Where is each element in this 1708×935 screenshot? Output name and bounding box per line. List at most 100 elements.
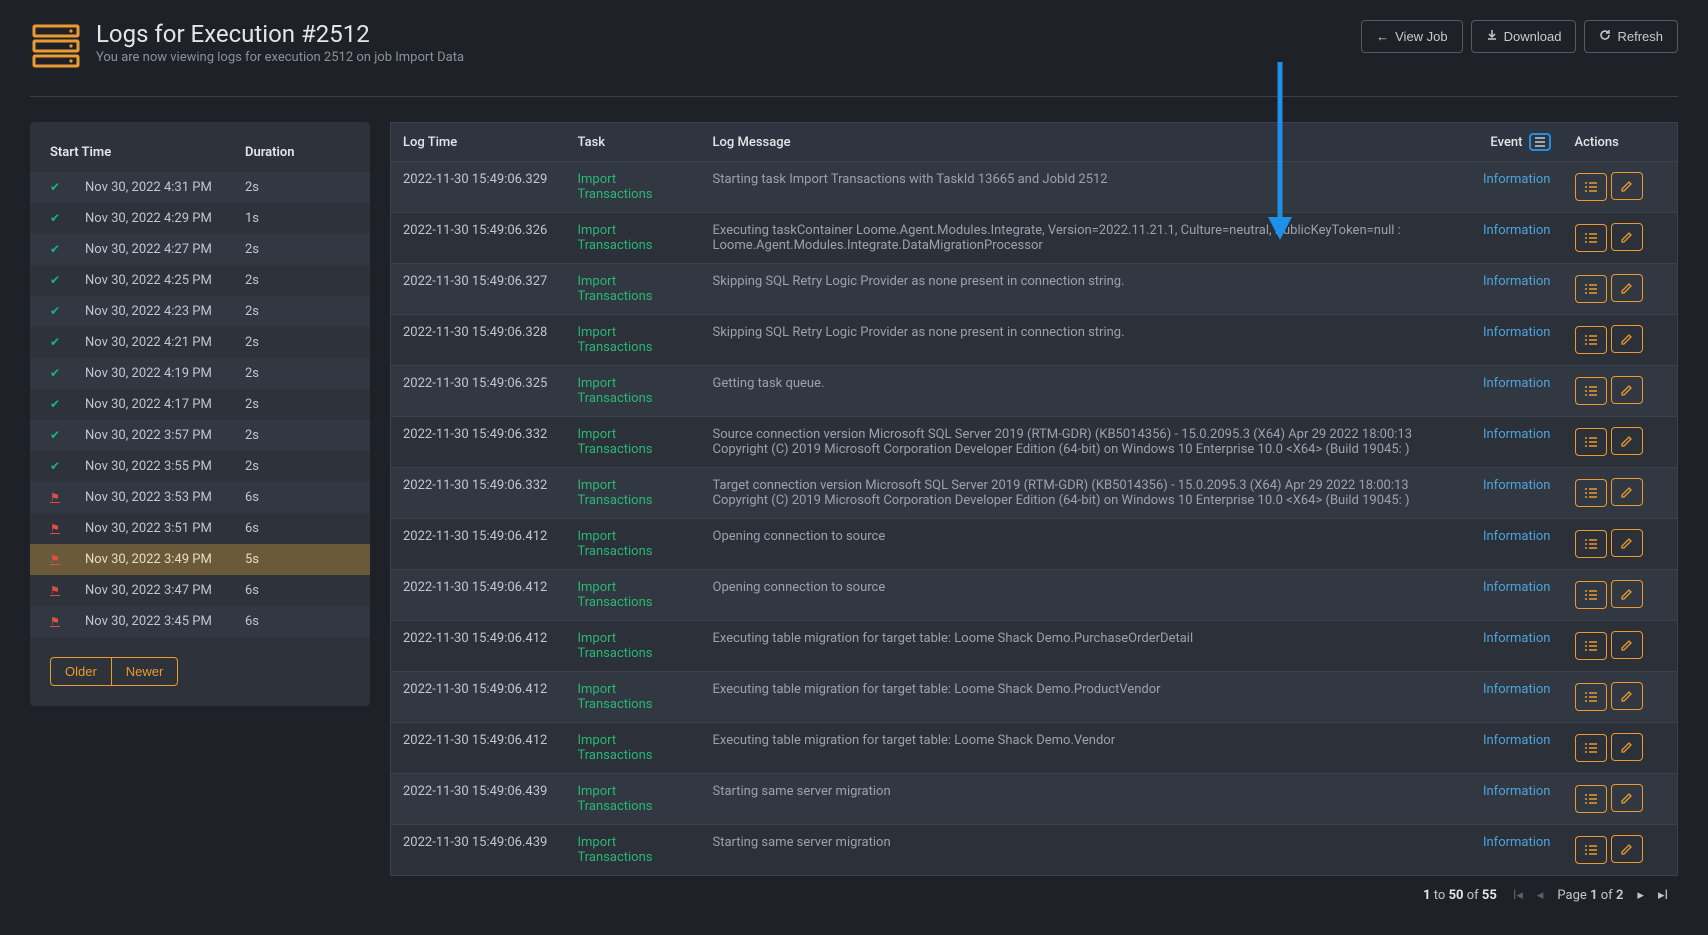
- execution-duration: 6s: [245, 583, 259, 598]
- view-details-button[interactable]: [1575, 275, 1607, 303]
- execution-row[interactable]: ✔Nov 30, 2022 4:19 PM2s: [30, 358, 370, 389]
- task-link[interactable]: Import Transactions: [578, 835, 653, 865]
- execution-duration: 2s: [245, 304, 259, 319]
- task-link[interactable]: Import Transactions: [578, 325, 653, 355]
- view-details-button[interactable]: [1575, 836, 1607, 864]
- event-link[interactable]: Information: [1483, 529, 1551, 544]
- task-link[interactable]: Import Transactions: [578, 478, 653, 508]
- execution-row[interactable]: ✔Nov 30, 2022 3:55 PM2s: [30, 451, 370, 482]
- view-details-button[interactable]: [1575, 326, 1607, 354]
- execution-row[interactable]: ⚑Nov 30, 2022 3:51 PM6s: [30, 513, 370, 544]
- task-link[interactable]: Import Transactions: [578, 784, 653, 814]
- check-icon: ✔: [50, 304, 60, 318]
- event-link[interactable]: Information: [1483, 325, 1551, 340]
- log-row: 2022-11-30 15:49:06.326Import Transactio…: [391, 213, 1678, 264]
- task-link[interactable]: Import Transactions: [578, 733, 653, 763]
- page-last-button[interactable]: ▸I: [1658, 888, 1668, 903]
- task-link[interactable]: Import Transactions: [578, 376, 653, 406]
- edit-button[interactable]: [1611, 478, 1643, 506]
- view-details-button[interactable]: [1575, 530, 1607, 558]
- edit-button[interactable]: [1611, 580, 1643, 608]
- task-link[interactable]: Import Transactions: [578, 682, 653, 712]
- th-message[interactable]: Log Message: [701, 123, 1471, 162]
- event-link[interactable]: Information: [1483, 682, 1551, 697]
- log-message: Opening connection to source: [701, 519, 1471, 570]
- execution-row[interactable]: ⚑Nov 30, 2022 3:45 PM6s: [30, 606, 370, 637]
- task-link[interactable]: Import Transactions: [578, 529, 653, 559]
- view-details-button[interactable]: [1575, 173, 1607, 201]
- execution-row[interactable]: ✔Nov 30, 2022 4:29 PM1s: [30, 203, 370, 234]
- log-time: 2022-11-30 15:49:06.439: [391, 825, 566, 876]
- log-row: 2022-11-30 15:49:06.412Import Transactio…: [391, 621, 1678, 672]
- task-link[interactable]: Import Transactions: [578, 274, 653, 304]
- column-menu-icon[interactable]: [1529, 133, 1551, 151]
- view-details-button[interactable]: [1575, 683, 1607, 711]
- older-button[interactable]: Older: [50, 657, 111, 686]
- view-details-button[interactable]: [1575, 734, 1607, 762]
- event-link[interactable]: Information: [1483, 835, 1551, 850]
- edit-button[interactable]: [1611, 427, 1643, 455]
- log-row: 2022-11-30 15:49:06.327Import Transactio…: [391, 264, 1678, 315]
- check-icon: ✔: [50, 459, 60, 473]
- task-link[interactable]: Import Transactions: [578, 427, 653, 457]
- page-first-button[interactable]: I◂: [1513, 888, 1523, 903]
- log-row: 2022-11-30 15:49:06.439 Import Transactio…: [391, 825, 1678, 876]
- execution-row[interactable]: ✔Nov 30, 2022 4:27 PM2s: [30, 234, 370, 265]
- event-link[interactable]: Information: [1483, 274, 1551, 289]
- execution-duration: 2s: [245, 428, 259, 443]
- execution-row[interactable]: ✔Nov 30, 2022 4:31 PM2s: [30, 172, 370, 203]
- edit-button[interactable]: [1611, 682, 1643, 710]
- execution-row[interactable]: ✔Nov 30, 2022 4:21 PM2s: [30, 327, 370, 358]
- page-next-button[interactable]: ▸: [1637, 888, 1644, 903]
- execution-row[interactable]: ✔Nov 30, 2022 4:25 PM2s: [30, 265, 370, 296]
- download-button[interactable]: Download: [1471, 20, 1577, 53]
- view-details-button[interactable]: [1575, 428, 1607, 456]
- execution-row[interactable]: ⚑Nov 30, 2022 3:53 PM6s: [30, 482, 370, 513]
- event-link[interactable]: Information: [1483, 172, 1551, 187]
- event-link[interactable]: Information: [1483, 733, 1551, 748]
- edit-button[interactable]: [1611, 172, 1643, 200]
- event-link[interactable]: Information: [1483, 580, 1551, 595]
- execution-row[interactable]: ✔Nov 30, 2022 3:57 PM2s: [30, 420, 370, 451]
- edit-button[interactable]: [1611, 223, 1643, 251]
- edit-button[interactable]: [1611, 784, 1643, 812]
- event-link[interactable]: Information: [1483, 478, 1551, 493]
- task-link[interactable]: Import Transactions: [578, 631, 653, 661]
- edit-button[interactable]: [1611, 325, 1643, 353]
- view-details-button[interactable]: [1575, 581, 1607, 609]
- edit-button[interactable]: [1611, 733, 1643, 761]
- task-link[interactable]: Import Transactions: [578, 172, 653, 202]
- edit-button[interactable]: [1611, 631, 1643, 659]
- edit-button[interactable]: [1611, 274, 1643, 302]
- th-logtime[interactable]: Log Time: [391, 123, 566, 162]
- view-details-button[interactable]: [1575, 785, 1607, 813]
- page-prev-button[interactable]: ◂: [1537, 888, 1544, 903]
- event-link[interactable]: Information: [1483, 427, 1551, 442]
- execution-row[interactable]: ✔Nov 30, 2022 4:23 PM2s: [30, 296, 370, 327]
- refresh-button[interactable]: Refresh: [1584, 20, 1678, 53]
- log-time: 2022-11-30 15:49:06.439: [391, 774, 566, 825]
- view-details-button[interactable]: [1575, 632, 1607, 660]
- th-task[interactable]: Task: [566, 123, 701, 162]
- event-link[interactable]: Information: [1483, 631, 1551, 646]
- task-link[interactable]: Import Transactions: [578, 580, 653, 610]
- task-link[interactable]: Import Transactions: [578, 223, 653, 253]
- page-subtitle: You are now viewing logs for execution 2…: [96, 50, 464, 65]
- log-message: Executing taskContainer Loome.Agent.Modu…: [701, 213, 1471, 264]
- edit-button[interactable]: [1611, 376, 1643, 404]
- th-event[interactable]: Event: [1471, 123, 1563, 162]
- edit-button[interactable]: [1611, 835, 1643, 863]
- view-job-button[interactable]: ← View Job: [1361, 20, 1463, 53]
- newer-button[interactable]: Newer: [111, 657, 179, 686]
- th-actions: Actions: [1563, 123, 1678, 162]
- execution-row[interactable]: ⚑Nov 30, 2022 3:47 PM6s: [30, 575, 370, 606]
- execution-row[interactable]: ⚑Nov 30, 2022 3:49 PM5s: [30, 544, 370, 575]
- execution-row[interactable]: ✔Nov 30, 2022 4:17 PM2s: [30, 389, 370, 420]
- view-details-button[interactable]: [1575, 224, 1607, 252]
- view-details-button[interactable]: [1575, 479, 1607, 507]
- edit-button[interactable]: [1611, 529, 1643, 557]
- event-link[interactable]: Information: [1483, 223, 1551, 238]
- view-details-button[interactable]: [1575, 377, 1607, 405]
- event-link[interactable]: Information: [1483, 784, 1551, 799]
- event-link[interactable]: Information: [1483, 376, 1551, 391]
